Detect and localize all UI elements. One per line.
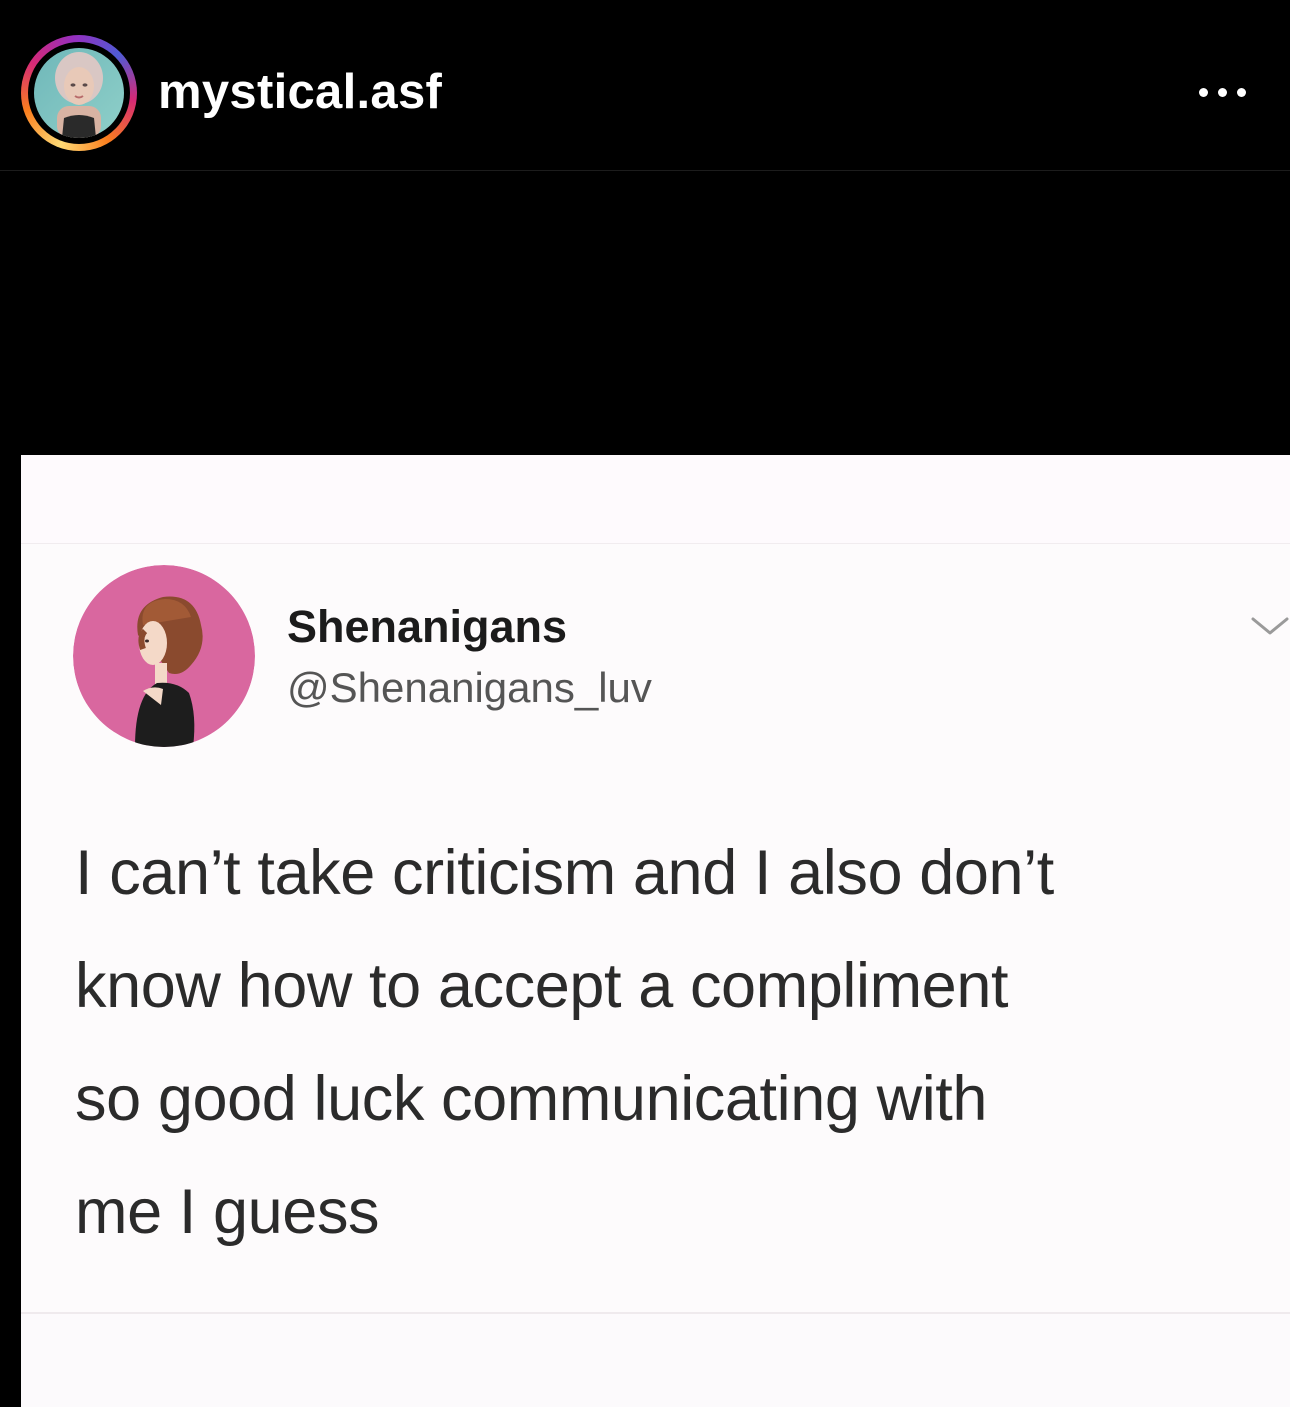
tweet-text-line: me I guess <box>75 1177 380 1247</box>
card-footer <box>21 1314 1290 1407</box>
tweet-text-line: I can’t take criticism and I also don’t <box>75 838 1054 908</box>
display-name: Shenanigans <box>287 601 568 652</box>
avatar-image <box>34 48 124 138</box>
more-horizontal-icon <box>1199 88 1208 97</box>
instagram-post: mystical.asf Shenanigans @Shenanigans_lu… <box>0 0 1290 1407</box>
avatar[interactable] <box>34 48 124 138</box>
tweet-text-line: so good luck communicating with <box>75 1064 988 1134</box>
more-button[interactable] <box>1190 70 1254 114</box>
chevron-down-icon[interactable] <box>1249 605 1290 645</box>
card-top-band <box>21 455 1290 544</box>
more-horizontal-icon-dot <box>1237 88 1246 97</box>
handle: @Shenanigans_luv <box>287 664 652 711</box>
tweet-text: I can’t take criticism and I also don’t … <box>75 817 1275 1269</box>
more-horizontal-icon-dot <box>1218 88 1227 97</box>
tweet-avatar <box>73 565 255 747</box>
story-ring[interactable] <box>21 35 137 151</box>
tweet-text-line: know how to accept a compliment <box>75 951 1009 1021</box>
username[interactable]: mystical.asf <box>158 64 442 120</box>
post-header: mystical.asf <box>0 0 1290 171</box>
tweet-screenshot: Shenanigans @Shenanigans_luv I can’t tak… <box>21 455 1290 1407</box>
tweet-avatar-illustration <box>73 565 255 747</box>
